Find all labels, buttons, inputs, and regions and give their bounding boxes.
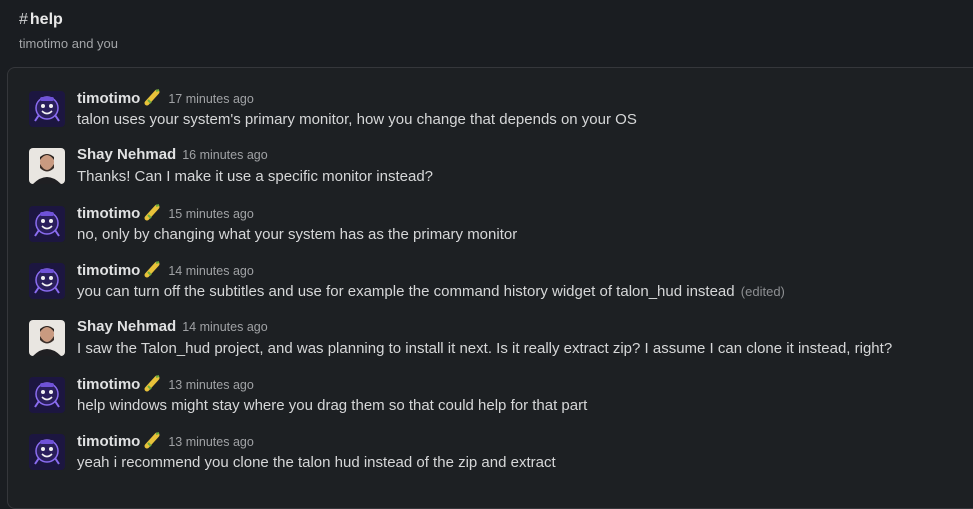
message-item[interactable]: timotimo 13 minutes ago help windows migh… (29, 374, 969, 426)
timestamp[interactable]: 15 minutes ago (168, 207, 253, 221)
message-text: I saw the Talon_hud project, and was pla… (77, 339, 894, 359)
message-body: help windows might stay where you drag t… (77, 397, 588, 414)
channel-title[interactable]: # help (19, 11, 63, 29)
message-meta: timotimo 13 minutes ago (77, 374, 254, 394)
timestamp[interactable]: 14 minutes ago (168, 264, 253, 278)
message-text: talon uses your system's primary monitor… (77, 110, 639, 130)
message-text: no, only by changing what your system ha… (77, 225, 519, 245)
corn-emoji-icon (144, 88, 162, 112)
message-text: yeah i recommend you clone the talon hud… (77, 453, 558, 473)
message-item[interactable]: timotimo 17 minutes ago talon uses your s… (29, 88, 969, 140)
message-item[interactable]: timotimo 15 minutes ago no, only by chang… (29, 203, 969, 255)
message-body: I saw the Talon_hud project, and was pla… (77, 340, 893, 357)
timotimo-avatar[interactable] (29, 434, 65, 470)
author-name[interactable]: timotimo (77, 262, 140, 279)
message-body: Thanks! Can I make it use a specific mon… (77, 168, 434, 185)
timotimo-avatar[interactable] (29, 263, 65, 299)
timestamp[interactable]: 17 minutes ago (168, 92, 253, 106)
author-name[interactable]: Shay Nehmad (77, 146, 176, 163)
corn-emoji-icon (144, 260, 162, 284)
message-item[interactable]: timotimo 13 minutes ago yeah i recommend … (29, 431, 969, 483)
message-meta: timotimo 14 minutes ago (77, 260, 254, 280)
message-body: you can turn off the subtitles and use f… (77, 283, 735, 300)
message-body: talon uses your system's primary monitor… (77, 111, 637, 128)
message-text: Thanks! Can I make it use a specific mon… (77, 167, 435, 187)
message-meta: timotimo 17 minutes ago (77, 88, 254, 108)
author-name[interactable]: Shay Nehmad (77, 318, 176, 335)
corn-emoji-icon (144, 431, 162, 455)
corn-emoji-icon (144, 203, 162, 227)
edited-label: (edited) (740, 284, 785, 299)
message-text: help windows might stay where you drag t… (77, 396, 589, 416)
shay-avatar[interactable] (29, 320, 65, 356)
author-name[interactable]: timotimo (77, 205, 140, 222)
channel-header: # help timotimo and you (0, 0, 973, 67)
message-meta: timotimo 13 minutes ago (77, 431, 254, 451)
message-item[interactable]: timotimo 14 minutes ago you can turn off … (29, 260, 969, 312)
timotimo-avatar[interactable] (29, 206, 65, 242)
timestamp[interactable]: 14 minutes ago (182, 320, 267, 334)
corn-emoji-icon (144, 374, 162, 398)
timestamp[interactable]: 16 minutes ago (182, 148, 267, 162)
timestamp[interactable]: 13 minutes ago (168, 378, 253, 392)
hash-icon: # (19, 11, 28, 28)
message-meta: Shay Nehmad 14 minutes ago (77, 317, 268, 337)
timestamp[interactable]: 13 minutes ago (168, 435, 253, 449)
channel-members[interactable]: timotimo and you (19, 36, 118, 51)
message-text: you can turn off the subtitles and use f… (77, 282, 785, 302)
message-item[interactable]: Shay Nehmad 16 minutes ago Thanks! Can I … (29, 145, 969, 197)
timotimo-avatar[interactable] (29, 91, 65, 127)
shay-avatar[interactable] (29, 148, 65, 184)
author-name[interactable]: timotimo (77, 90, 140, 107)
message-item[interactable]: Shay Nehmad 14 minutes ago I saw the Talo… (29, 317, 969, 369)
channel-name: help (29, 11, 63, 28)
message-meta: timotimo 15 minutes ago (77, 203, 254, 223)
message-meta: Shay Nehmad 16 minutes ago (77, 145, 268, 165)
message-body: no, only by changing what your system ha… (77, 226, 518, 243)
timotimo-avatar[interactable] (29, 377, 65, 413)
author-name[interactable]: timotimo (77, 433, 140, 450)
author-name[interactable]: timotimo (77, 376, 140, 393)
message-body: yeah i recommend you clone the talon hud… (77, 454, 556, 471)
